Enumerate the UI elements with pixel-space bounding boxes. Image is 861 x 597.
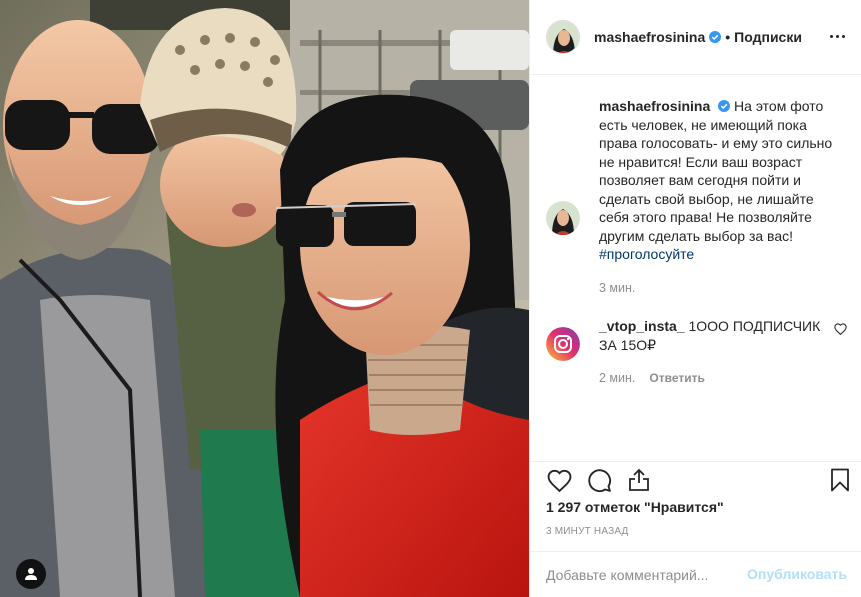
caption-time[interactable]: 3 мин. — [599, 279, 635, 298]
more-options-icon[interactable] — [827, 26, 847, 46]
post-photo-image — [0, 0, 529, 597]
following-button[interactable]: Подписки — [734, 29, 802, 45]
post-header: mashaefrosinina • Подписки — [530, 0, 861, 75]
comments-list[interactable]: mashaefrosinina На этом фото есть челове… — [530, 75, 861, 461]
author-username[interactable]: mashaefrosinina — [594, 29, 705, 45]
bookmark-icon[interactable] — [826, 466, 854, 494]
verified-badge-icon — [718, 100, 731, 112]
likes-count[interactable]: 1 297 отметок "Нравится" — [546, 499, 724, 515]
verified-badge-icon — [709, 31, 722, 43]
post-side-panel: mashaefrosinina • Подписки mashaefrosini… — [529, 0, 861, 597]
commenter-username[interactable]: _vtop_insta_ — [599, 318, 685, 334]
comment-time[interactable]: 2 мин. — [599, 369, 635, 388]
post-timestamp[interactable]: 3 МИНУТ НАЗАД — [546, 526, 629, 537]
comment-like-heart-icon[interactable] — [834, 322, 847, 338]
share-icon[interactable] — [625, 466, 653, 494]
publish-comment-button[interactable]: Опубликовать — [747, 566, 847, 582]
author-avatar[interactable] — [546, 20, 580, 54]
comment-icon[interactable] — [585, 466, 613, 494]
header-separator: • — [725, 29, 731, 45]
reply-button[interactable]: Ответить — [649, 369, 704, 388]
action-bar — [530, 461, 861, 497]
caption-username[interactable]: mashaefrosinina — [599, 98, 710, 114]
caption-avatar[interactable] — [546, 201, 580, 235]
heart-icon[interactable] — [545, 466, 573, 494]
comment-item: _vtop_insta_ 1ООО ПОДПИСЧИК ЗА 15О₽ 2 ми… — [546, 317, 847, 388]
post-photo[interactable] — [0, 0, 529, 597]
caption-hashtag[interactable]: #проголосуйте — [599, 246, 694, 262]
caption-text: На этом фото есть человек, не имеющий по… — [599, 98, 833, 244]
user-tag-icon[interactable] — [16, 559, 46, 589]
commenter-avatar[interactable] — [546, 327, 580, 361]
add-comment-section: Опубликовать — [530, 551, 861, 597]
add-comment-input[interactable] — [546, 565, 746, 585]
caption: mashaefrosinina На этом фото есть челове… — [546, 97, 847, 297]
